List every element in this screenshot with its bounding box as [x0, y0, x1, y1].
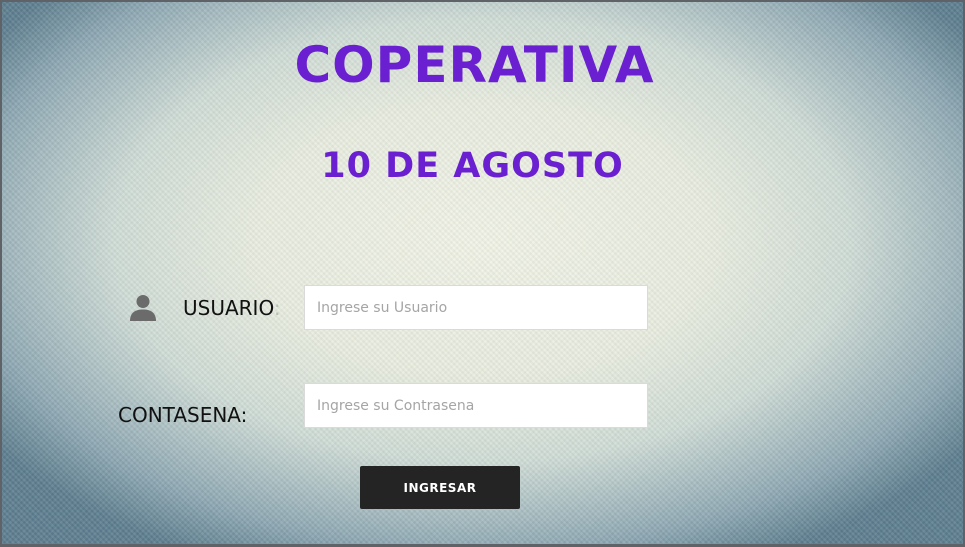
- username-label: USUARIO:: [183, 296, 281, 320]
- login-button[interactable]: INGRESAR: [360, 466, 520, 509]
- page-title: COPERATIVA: [294, 36, 655, 94]
- username-label-colon: :: [273, 296, 281, 320]
- page-subtitle: 10 DE AGOSTO: [321, 146, 624, 186]
- login-screen: COPERATIVA 10 DE AGOSTO USUARIO: CONTASE…: [0, 0, 965, 547]
- password-input[interactable]: [304, 383, 648, 428]
- password-label: CONTASENA:: [118, 403, 248, 427]
- username-label-text: USUARIO: [183, 296, 274, 320]
- username-input[interactable]: [304, 285, 648, 330]
- user-icon: [129, 293, 157, 321]
